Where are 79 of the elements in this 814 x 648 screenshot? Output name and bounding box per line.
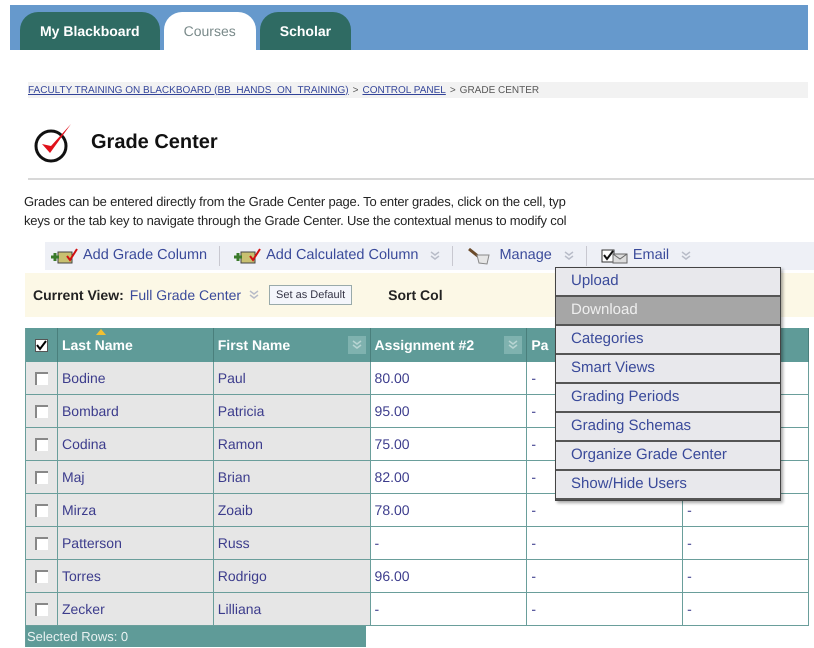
breadcrumb-current: GRADE CENTER bbox=[460, 84, 540, 98]
table-cell-text: 95.00 bbox=[374, 402, 410, 420]
table-cell-text: Brian bbox=[218, 468, 250, 486]
menu-item[interactable]: Upload bbox=[556, 268, 780, 297]
view-label: Current View: bbox=[33, 286, 124, 304]
instruction-text: Grades can be entered directly from the Grade Center page. To enter grades, click on the cell, typ bbox=[24, 193, 567, 211]
row-checkbox[interactable] bbox=[34, 602, 48, 616]
table-cell-text: Zoaib bbox=[218, 500, 253, 520]
select-all-checkbox[interactable] bbox=[34, 338, 48, 352]
table-cell-text: Lilliana bbox=[218, 600, 262, 618]
menu-item[interactable]: Grading Periods bbox=[556, 384, 780, 413]
add-column-icon bbox=[49, 247, 79, 265]
table-cell-text: Maj bbox=[62, 468, 85, 487]
table-cell-text: - bbox=[687, 566, 692, 586]
table-cell-text: Bombard bbox=[62, 402, 119, 420]
toolbar-button[interactable]: Add Grade Column bbox=[45, 245, 212, 267]
table-cell-text: - bbox=[531, 534, 536, 552]
table-cell-text: - bbox=[531, 368, 536, 388]
page-title: Grade Center bbox=[91, 130, 218, 155]
table-cell-text: 78.00 bbox=[374, 500, 410, 520]
menu-item[interactable]: Show/Hide Users bbox=[556, 471, 780, 500]
row-checkbox[interactable] bbox=[34, 570, 48, 582]
table-cell-text: Codina bbox=[62, 434, 106, 454]
table-cell-text: 80.00 bbox=[374, 368, 410, 388]
table-cell-text: Paul bbox=[218, 368, 246, 388]
breadcrumb-separator: > bbox=[450, 84, 456, 98]
table-cell-text: - bbox=[687, 534, 692, 552]
table-cell-text: Russ bbox=[218, 534, 250, 552]
table-cell-text: - bbox=[531, 600, 536, 618]
table-cell-text: 96.00 bbox=[374, 566, 410, 586]
instruction-text: keys or the tab key to navigate through the Grade Center. Use the contextual menus to modify col bbox=[24, 212, 568, 230]
column-menu-icon[interactable] bbox=[504, 336, 522, 354]
row-checkbox[interactable] bbox=[34, 404, 48, 418]
table-cell-text: - bbox=[374, 600, 380, 618]
menu-item[interactable]: Smart Views bbox=[556, 355, 780, 384]
column-menu-icon[interactable] bbox=[348, 336, 366, 354]
row-checkbox[interactable] bbox=[34, 372, 48, 384]
table-cell-text: - bbox=[687, 600, 692, 618]
table-cell-text: Mirza bbox=[62, 500, 96, 520]
set-default-button[interactable]: Set as Default bbox=[269, 285, 352, 305]
table-cell-text: - bbox=[374, 534, 380, 552]
nav-tab[interactable]: Courses bbox=[164, 12, 256, 50]
sort-label: Sort Col bbox=[388, 286, 443, 304]
nav-tab[interactable]: Scholar bbox=[260, 12, 352, 50]
menu-item[interactable]: Categories bbox=[556, 326, 780, 355]
table-cell-text: 75.00 bbox=[374, 434, 410, 454]
table-cell-text: - bbox=[531, 468, 536, 486]
table-cell-text: 82.00 bbox=[374, 468, 410, 486]
breadcrumb-link[interactable]: FACULTY TRAINING ON BLACKBOARD (BB_HANDS_ON_TRAINING) bbox=[28, 82, 349, 98]
menu-chevron-icon[interactable] bbox=[249, 289, 260, 301]
table-cell-text: Bodine bbox=[62, 368, 106, 388]
row-checkbox[interactable] bbox=[34, 470, 48, 484]
email-icon bbox=[598, 247, 629, 265]
view-dropdown[interactable]: Full Grade Center bbox=[130, 284, 260, 306]
table-cell-text: Torres bbox=[62, 566, 101, 586]
toolbar-button[interactable]: Email bbox=[594, 245, 696, 267]
table-cell-text: Patricia bbox=[218, 402, 264, 420]
table-cell-text: Zecker bbox=[62, 600, 105, 618]
selection-footer: Selected Rows: 0 bbox=[26, 626, 366, 647]
table-cell-text: Patterson bbox=[62, 534, 122, 552]
menu-item[interactable]: Organize Grade Center bbox=[556, 442, 780, 471]
toolbar-button[interactable]: Manage bbox=[461, 245, 578, 267]
table-cell-text: - bbox=[531, 402, 536, 420]
row-checkbox[interactable] bbox=[34, 536, 48, 550]
add-column-icon bbox=[232, 247, 262, 265]
row-checkbox[interactable] bbox=[34, 438, 48, 450]
table-cell-text: Ramon bbox=[218, 434, 263, 454]
row-checkbox[interactable] bbox=[34, 504, 48, 516]
sort-arrow-icon[interactable] bbox=[96, 329, 106, 335]
breadcrumb-separator: > bbox=[352, 84, 358, 98]
menu-item[interactable]: Grading Schemas bbox=[556, 413, 780, 442]
table-cell-text: Rodrigo bbox=[218, 566, 267, 586]
table-cell-text: - bbox=[531, 434, 536, 454]
breadcrumb-link[interactable]: CONTROL PANEL bbox=[362, 82, 446, 98]
table-cell-text: - bbox=[687, 500, 692, 520]
table-cell-text: - bbox=[531, 500, 536, 520]
toolbar-button[interactable]: Add Calculated Column bbox=[228, 245, 444, 267]
table-cell-text: - bbox=[531, 566, 536, 586]
nav-tab[interactable]: My Blackboard bbox=[20, 12, 160, 50]
